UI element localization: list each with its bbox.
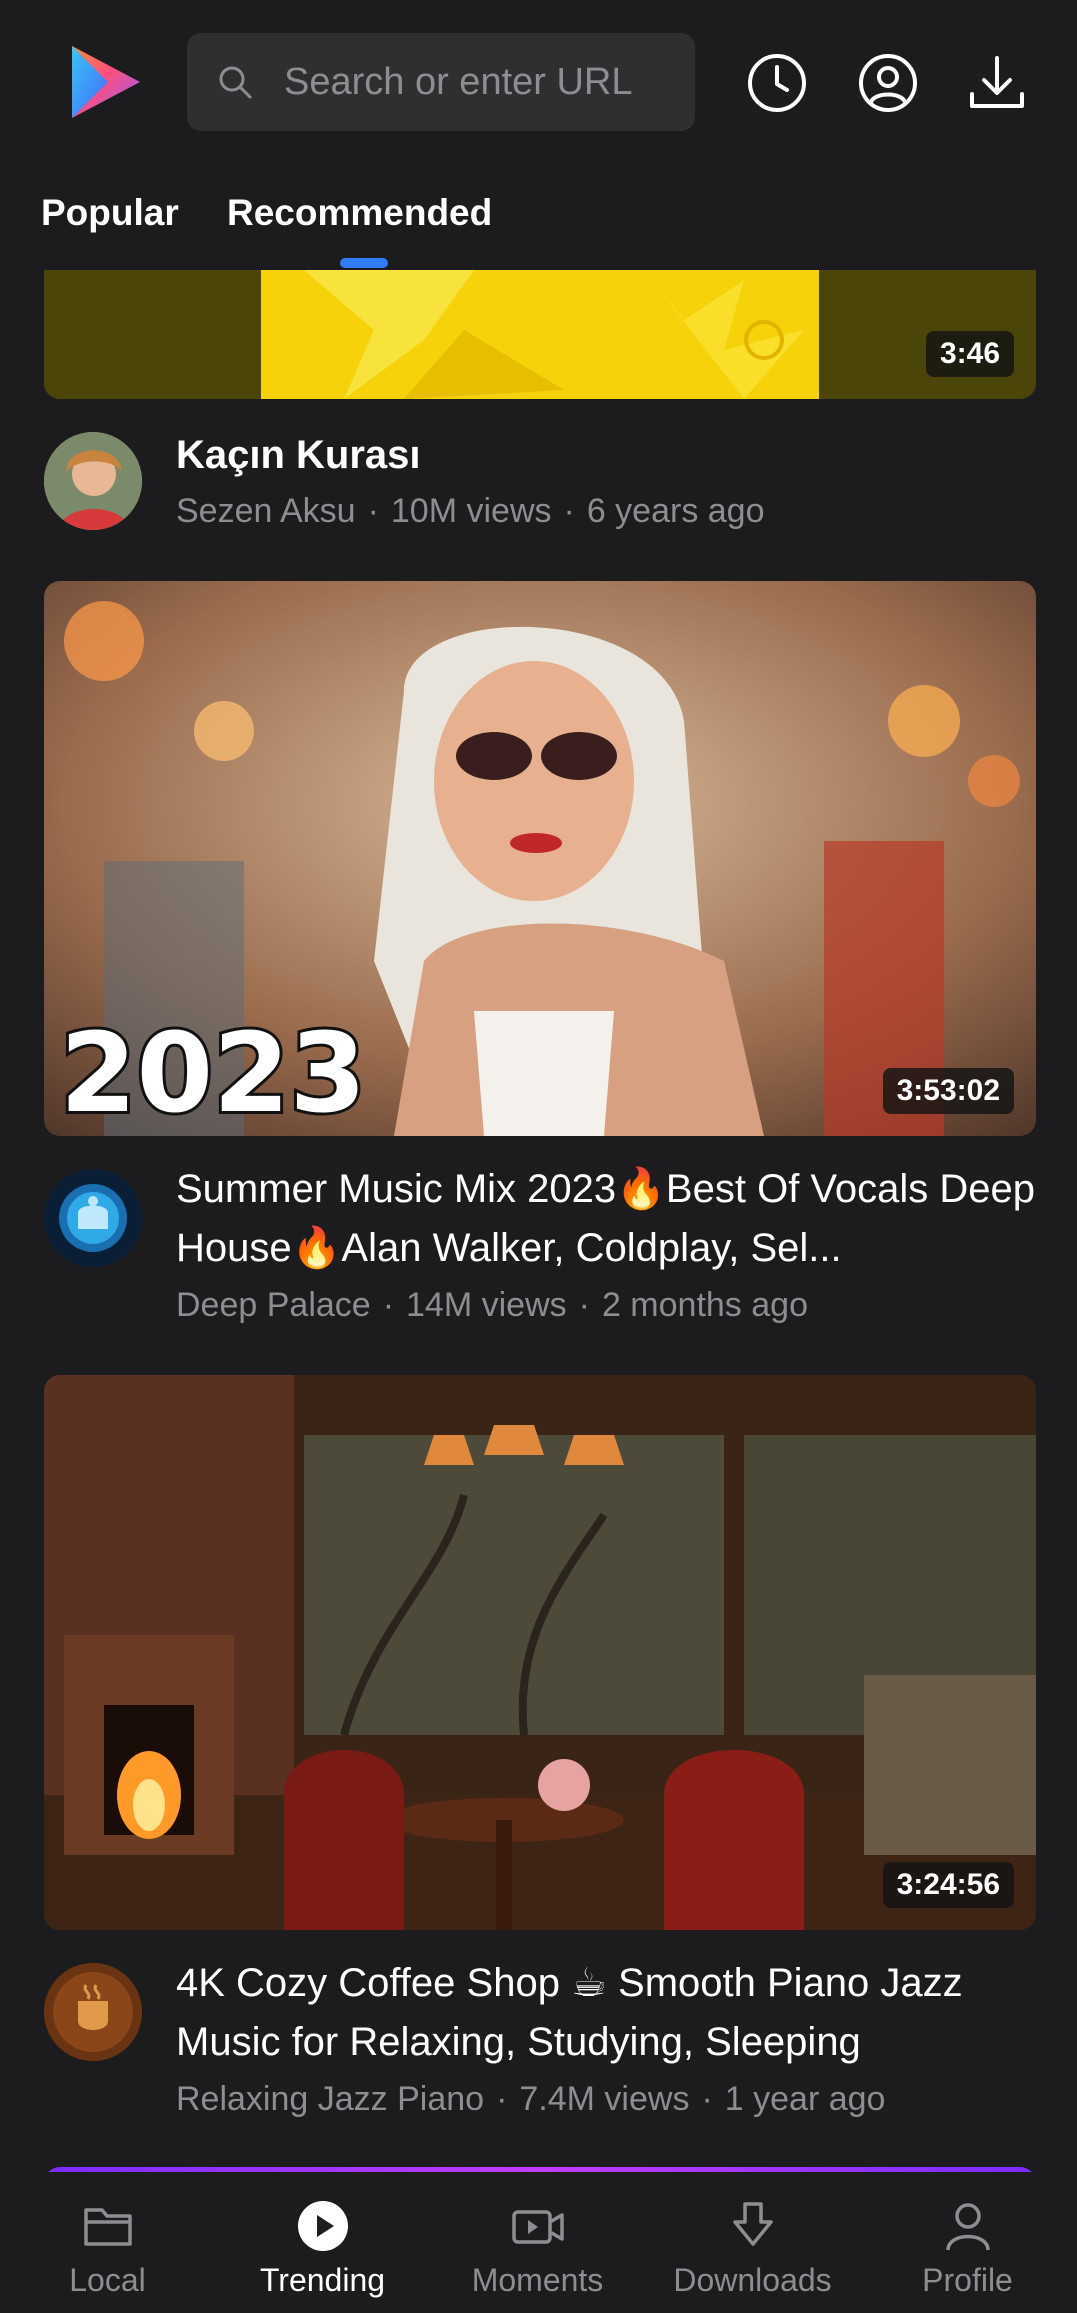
app-logo-icon[interactable] bbox=[68, 42, 144, 122]
bottom-navigation: Local Trending Moments Downloads Profile bbox=[0, 2172, 1077, 2313]
upload-age: 1 year ago bbox=[724, 2080, 886, 2118]
upload-age: 2 months ago bbox=[601, 1286, 808, 1324]
video-duration: 3:53:02 bbox=[882, 1068, 1014, 1114]
nav-downloads[interactable]: Downloads bbox=[645, 2172, 860, 2313]
video-meta: Sezen Aksu · 10M views · 6 years ago bbox=[176, 492, 765, 530]
video-title[interactable]: 4K Cozy Coffee Shop ☕ Smooth Piano Jazz … bbox=[176, 1954, 1036, 2072]
video-title[interactable]: Summer Music Mix 2023🔥Best Of Vocals Dee… bbox=[176, 1160, 1036, 1278]
video-camera-icon bbox=[512, 2210, 564, 2244]
video-title[interactable]: Kaçın Kurası bbox=[176, 426, 1036, 485]
video-thumbnail[interactable]: 3:46 bbox=[44, 270, 1036, 399]
video-duration: 3:46 bbox=[925, 331, 1014, 377]
history-icon[interactable] bbox=[746, 52, 808, 114]
channel-name[interactable]: Sezen Aksu bbox=[176, 492, 356, 530]
upload-age: 6 years ago bbox=[586, 492, 765, 530]
channel-name[interactable]: Relaxing Jazz Piano bbox=[176, 2080, 484, 2118]
nav-label: Downloads bbox=[673, 2262, 832, 2298]
thumbnail-image bbox=[44, 1375, 1036, 1930]
search-input[interactable] bbox=[284, 33, 674, 131]
channel-avatar[interactable] bbox=[44, 1963, 142, 2061]
tab-popular[interactable]: Popular bbox=[41, 192, 179, 234]
app-screen: Popular Recommended 3:46 Kaçın Kur bbox=[0, 0, 1077, 2313]
nav-moments[interactable]: Moments bbox=[430, 2172, 645, 2313]
video-feed[interactable]: 3:46 Kaçın Kurası Sezen Aksu · 10M views · 6… bbox=[0, 270, 1077, 2172]
folder-icon bbox=[84, 2208, 132, 2246]
view-count: 10M views bbox=[390, 492, 552, 530]
nav-label: Trending bbox=[259, 2262, 386, 2298]
view-count: 14M views bbox=[406, 1286, 567, 1324]
channel-avatar[interactable] bbox=[44, 432, 142, 530]
nav-label: Moments bbox=[471, 2262, 604, 2298]
download-icon[interactable] bbox=[966, 52, 1028, 114]
nav-label: Profile bbox=[922, 2262, 1013, 2298]
nav-label: Local bbox=[69, 2262, 146, 2298]
video-thumbnail[interactable]: 2023 3:53:02 bbox=[44, 581, 1036, 1136]
channel-avatar[interactable] bbox=[44, 1169, 142, 1267]
tab-recommended[interactable]: Recommended bbox=[227, 192, 492, 234]
top-bar bbox=[0, 0, 1077, 170]
thumbnail-image: 2023 bbox=[44, 581, 1036, 1136]
account-icon[interactable] bbox=[857, 52, 919, 114]
search-icon bbox=[219, 66, 252, 99]
play-circle-icon bbox=[298, 2201, 348, 2251]
video-meta: Deep Palace · 14M views · 2 months ago bbox=[176, 1286, 808, 1324]
channel-name[interactable]: Deep Palace bbox=[176, 1286, 371, 1324]
thumbnail-image bbox=[44, 270, 1036, 399]
download-icon bbox=[733, 2202, 773, 2246]
person-icon bbox=[946, 2203, 990, 2251]
search-bar[interactable] bbox=[187, 33, 695, 131]
nav-profile[interactable]: Profile bbox=[860, 2172, 1075, 2313]
video-thumbnail[interactable]: 3:24:56 bbox=[44, 1375, 1036, 1930]
active-tab-indicator bbox=[340, 258, 388, 268]
nav-trending[interactable]: Trending bbox=[215, 2172, 430, 2313]
thumbnail-overlay-text: 2023 bbox=[60, 1009, 366, 1136]
video-duration: 3:24:56 bbox=[882, 1862, 1014, 1908]
nav-local[interactable]: Local bbox=[0, 2172, 215, 2313]
view-count: 7.4M views bbox=[519, 2080, 690, 2118]
video-meta: Relaxing Jazz Piano · 7.4M views · 1 year ag… bbox=[176, 2080, 886, 2118]
